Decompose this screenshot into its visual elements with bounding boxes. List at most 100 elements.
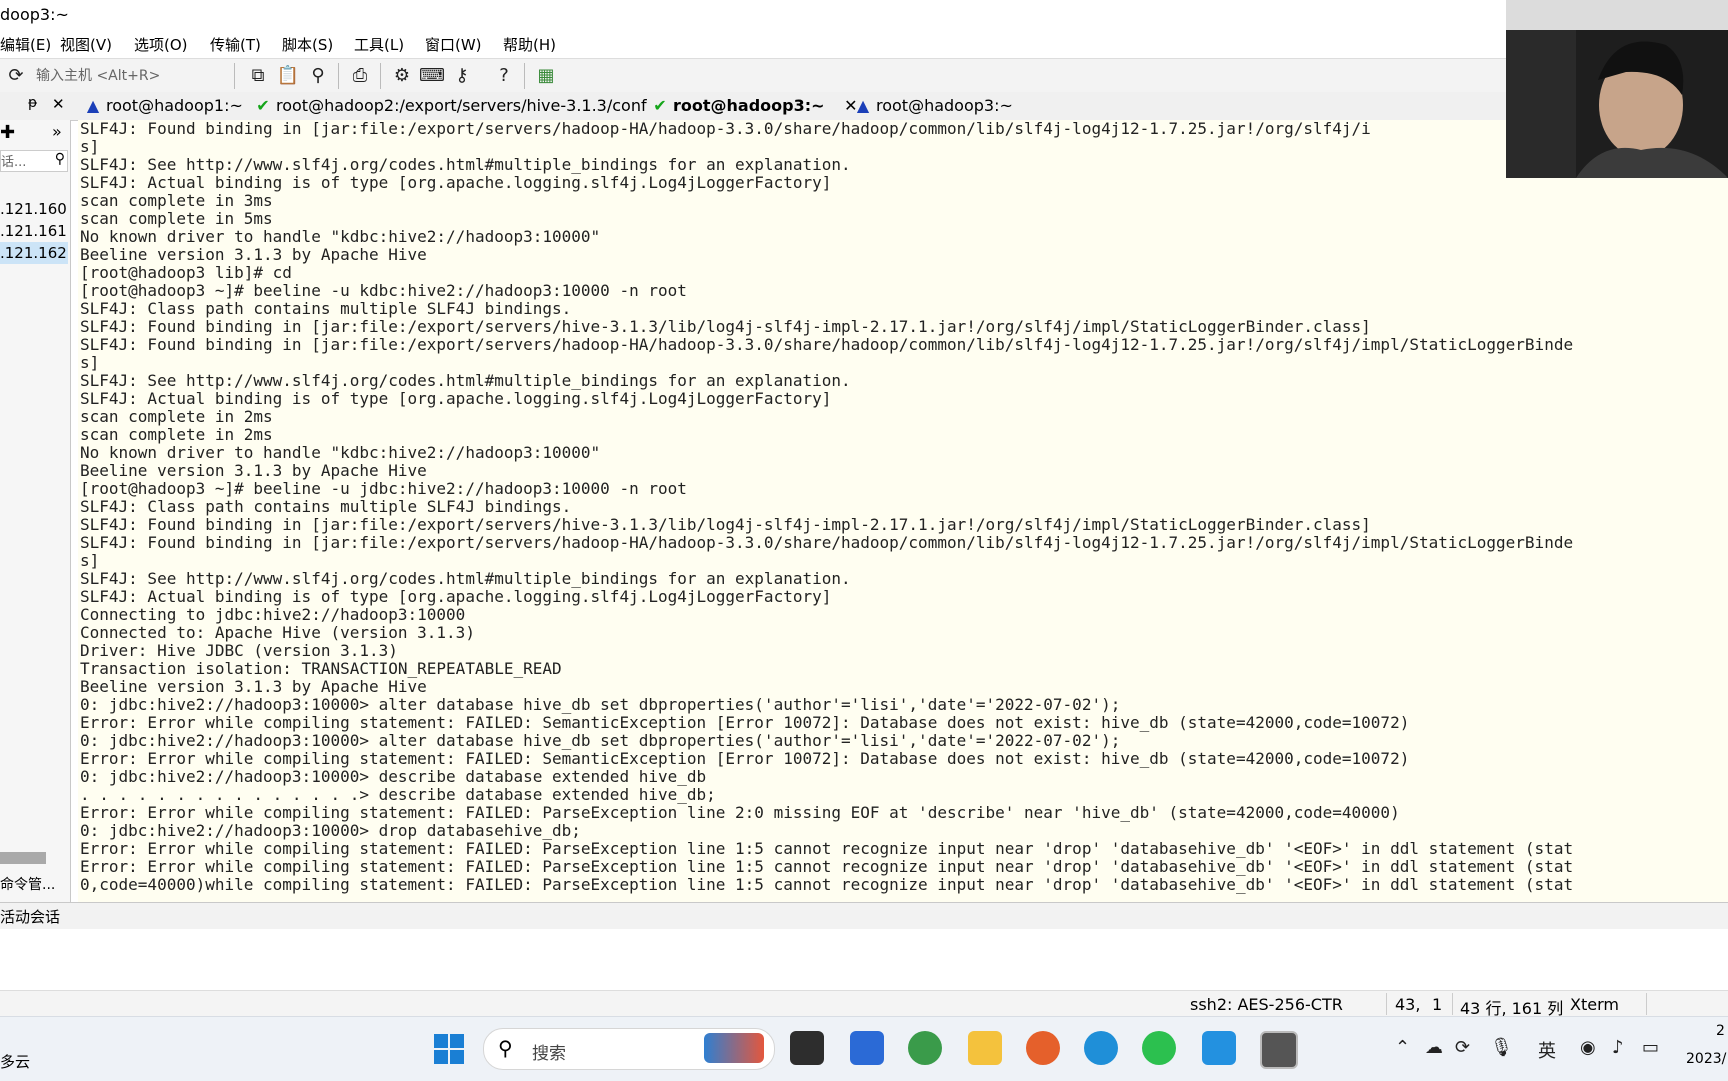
toolbar-separator [234, 63, 235, 89]
tab-label: root@hadoop2:/export/servers/hive-3.1.3/… [276, 96, 647, 115]
add-session-icon[interactable]: ✚ [0, 122, 15, 143]
volume-icon[interactable]: ♪ [1612, 1037, 1624, 1058]
terminal-line: 0: jdbc:hive2://hadoop3:10000> describe … [80, 767, 707, 786]
terminal-line: SLF4J: Class path contains multiple SLF4… [80, 299, 572, 318]
terminal-line: SLF4J: Found binding in [jar:file:/expor… [80, 533, 1574, 552]
terminal-line: Error: Error while compiling statement: … [80, 857, 1574, 876]
print-icon[interactable]: ⎙ [348, 63, 372, 87]
microphone-icon[interactable]: 🎙 [1490, 1037, 1513, 1058]
wifi-icon[interactable]: ◉ [1580, 1037, 1596, 1058]
paste-icon[interactable]: 📋 [276, 63, 300, 87]
check-icon: ✔ [256, 96, 270, 115]
terminal-line: SLF4J: Found binding in [jar:file:/expor… [80, 317, 1371, 336]
command-manager-tab[interactable]: 命令管... [0, 874, 55, 896]
tab-hadoop3-active[interactable]: ✔ root@hadoop3:~ ✕ [650, 95, 857, 117]
active-sessions-label[interactable]: 活动会话 [0, 906, 60, 927]
settings-icon[interactable]: ⚙ [390, 63, 414, 87]
more-icon[interactable]: » [52, 122, 62, 141]
menu-transfer[interactable]: 传输(T) [210, 34, 261, 55]
wechat-icon[interactable] [1142, 1031, 1176, 1065]
status-separator [1646, 993, 1647, 1015]
ie-browser-icon[interactable] [908, 1031, 942, 1065]
terminal-output[interactable]: SLF4J: Found binding in [jar:file:/expor… [78, 120, 1728, 902]
key-icon[interactable]: ⚷ [450, 63, 474, 87]
tab-hadoop3-second[interactable]: ▲ root@hadoop3:~ [853, 95, 1013, 117]
terminal-line: Error: Error while compiling statement: … [80, 803, 1400, 822]
toolbar-separator [338, 63, 339, 89]
terminal-line: scan complete in 2ms [80, 407, 273, 426]
chevron-up-icon[interactable]: ⌃ [1395, 1037, 1410, 1058]
sync-icon[interactable]: ⟳ [1455, 1037, 1470, 1058]
menu-view[interactable]: 视图(V) [60, 34, 112, 55]
session-item[interactable]: .121.160 [0, 198, 67, 220]
terminal-line: s] [80, 137, 100, 156]
close-sidebar-icon[interactable]: ✕ [52, 95, 65, 113]
terminal-line: [root@hadoop3 ~]# beeline -u kdbc:hive2:… [80, 281, 687, 300]
clock-time[interactable]: 2 [1716, 1023, 1725, 1039]
session-filter-input[interactable]: 话... ⚲ [0, 150, 68, 172]
terminal-line: SLF4J: Found binding in [jar:file:/expor… [80, 120, 1371, 138]
filter-placeholder: 话... [1, 155, 27, 170]
terminal-line: [root@hadoop3 ~]# beeline -u jdbc:hive2:… [80, 479, 687, 498]
help-icon[interactable]: ? [492, 63, 516, 87]
cloud-icon[interactable]: ☁ [1425, 1037, 1443, 1058]
terminal-line: 0,code=40000)while compiling statement: … [80, 875, 1574, 894]
menu-tools[interactable]: 工具(L) [354, 34, 404, 55]
terminal-line: 0: jdbc:hive2://hadoop3:10000> alter dat… [80, 731, 1121, 750]
terminal-line: . . . . . . . . . . . . . . .> describe … [80, 785, 716, 804]
warning-icon: ▲ [86, 96, 100, 115]
tab-hadoop2[interactable]: ✔ root@hadoop2:/export/servers/hive-3.1.3… [253, 95, 647, 117]
tab-hadoop1[interactable]: ▲ root@hadoop1:~ [83, 95, 243, 117]
weather-text[interactable]: 多云 [0, 1051, 30, 1072]
find-icon[interactable]: ⚲ [306, 63, 330, 87]
clock-date[interactable]: 2023/ [1686, 1051, 1726, 1067]
status-separator [1452, 993, 1453, 1015]
ime-indicator[interactable]: 英 [1538, 1037, 1556, 1063]
tab-label: root@hadoop3:~ [673, 96, 825, 115]
terminal-line: Transaction isolation: TRANSACTION_REPEA… [80, 659, 562, 678]
terminal-line: Error: Error while compiling statement: … [80, 839, 1574, 858]
keymap-icon[interactable]: ⌨ [419, 63, 445, 87]
search-placeholder: 搜索 [532, 1044, 566, 1064]
menu-window[interactable]: 窗口(W) [425, 34, 482, 55]
active-sessions-pane [0, 929, 1728, 990]
file-explorer-icon[interactable] [968, 1031, 1002, 1065]
reconnect-icon[interactable]: ⟳ [4, 63, 28, 87]
terminal-line: SLF4J: Class path contains multiple SLF4… [80, 497, 572, 516]
menu-script[interactable]: 脚本(S) [282, 34, 333, 55]
terminal-line: Connecting to jdbc:hive2://hadoop3:10000 [80, 605, 466, 624]
tab-label: root@hadoop3:~ [876, 96, 1013, 115]
toolbar: ⟳ 输入主机 <Alt+R> ⧉ 📋 ⚲ ⎙ ⚙ ⌨ ⚷ ? ▦ [0, 58, 1728, 94]
session-item[interactable]: .121.161 [0, 220, 67, 242]
terminal-line: SLF4J: Actual binding is of type [org.ap… [80, 389, 832, 408]
menu-edit[interactable]: 编辑(E) [0, 34, 51, 55]
search-icon: ⚲ [498, 1036, 513, 1060]
cursor-col: 1 [1432, 995, 1443, 1014]
terminal-line: SLF4J: See http://www.slf4j.org/codes.ht… [80, 569, 851, 588]
sftp-icon[interactable]: ▦ [534, 63, 558, 87]
task-view-icon[interactable] [790, 1031, 824, 1065]
firefox-icon[interactable] [1026, 1031, 1060, 1065]
menu-options[interactable]: 选项(O) [134, 34, 188, 55]
copy-icon[interactable]: ⧉ [246, 63, 270, 87]
terminal-line: SLF4J: See http://www.slf4j.org/codes.ht… [80, 371, 851, 390]
store-icon[interactable] [850, 1031, 884, 1065]
terminal-line: SLF4J: Found binding in [jar:file:/expor… [80, 335, 1574, 354]
window-title: doop3:~ [0, 5, 69, 24]
menu-help[interactable]: 帮助(H) [503, 34, 556, 55]
horizontal-scrollbar[interactable] [0, 852, 46, 864]
pin-icon[interactable]: ᵽ [28, 95, 37, 111]
securecrt-icon[interactable] [1260, 1031, 1298, 1069]
terminal-line: scan complete in 2ms [80, 425, 273, 444]
status-separator [1386, 993, 1387, 1015]
toolbar-separator [524, 63, 525, 89]
active-sessions-bar: 活动会话 [0, 902, 1728, 930]
remote-app-icon[interactable] [1202, 1031, 1236, 1065]
start-icon[interactable] [434, 1034, 464, 1064]
session-item-selected[interactable]: .121.162 [0, 242, 68, 264]
taskbar-search[interactable]: ⚲ 搜索 [483, 1028, 775, 1070]
edge-icon[interactable] [1084, 1031, 1118, 1065]
quick-connect-input[interactable]: 输入主机 <Alt+R> [36, 65, 226, 87]
terminal-line: scan complete in 3ms [80, 191, 273, 210]
battery-icon[interactable]: ▭ [1642, 1037, 1659, 1058]
